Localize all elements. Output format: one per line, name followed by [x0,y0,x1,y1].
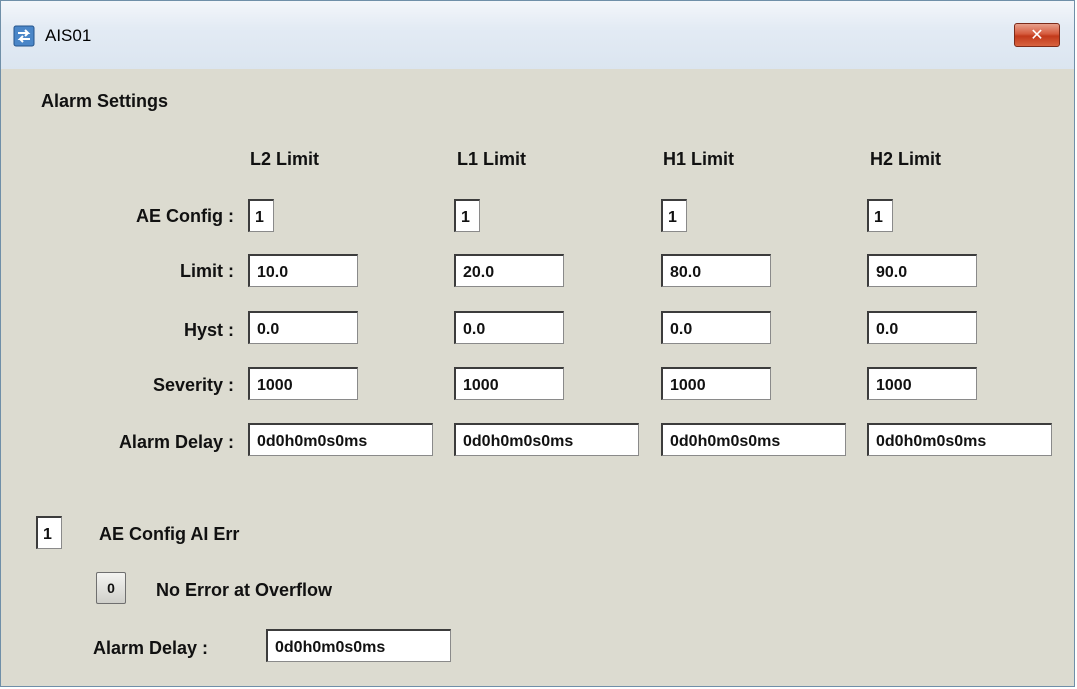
alarm-delay-l1-field[interactable]: 0d0h0m0s0ms [454,423,639,456]
hyst-l2-field[interactable]: 0.0 [248,311,358,344]
ae-config-l1-field[interactable]: 1 [454,199,480,232]
severity-l2-field[interactable]: 1000 [248,367,358,400]
ae-config-h2-field[interactable]: 1 [867,199,893,232]
hyst-h1-field[interactable]: 0.0 [661,311,771,344]
hyst-l1-field[interactable]: 0.0 [454,311,564,344]
client-area: Alarm Settings L2 Limit L1 Limit H1 Limi… [1,69,1074,686]
limit-h1-field[interactable]: 80.0 [661,254,771,287]
ae-config-label: AE Config : [136,206,234,226]
limit-h2-field[interactable]: 90.0 [867,254,977,287]
ai-err-alarm-delay-label: Alarm Delay : [93,638,209,658]
column-header-h2: H2 Limit [870,149,942,169]
severity-label: Severity : [152,375,234,395]
close-button[interactable]: ✕ [1014,23,1060,47]
limit-l1-field[interactable]: 20.0 [454,254,564,287]
ae-config-h1-field[interactable]: 1 [661,199,687,232]
title-bar[interactable]: AIS01 ✕ [1,1,1074,70]
column-header-h1: H1 Limit [663,149,735,169]
alarm-delay-label: Alarm Delay : [118,432,234,452]
section-title: Alarm Settings [41,91,169,111]
limit-label: Limit : [180,261,234,281]
alarm-delay-h1-field[interactable]: 0d0h0m0s0ms [661,423,846,456]
window-title: AIS01 [45,26,92,45]
hyst-h2-field[interactable]: 0.0 [867,311,977,344]
ae-config-l2-field[interactable]: 1 [248,199,274,232]
alarm-delay-l2-field[interactable]: 0d0h0m0s0ms [248,423,433,456]
ae-config-ai-err-label: AE Config AI Err [99,524,240,544]
severity-l1-field[interactable]: 1000 [454,367,564,400]
ae-config-ai-err-field[interactable]: 1 [36,516,62,549]
severity-h1-field[interactable]: 1000 [661,367,771,400]
link-arrows-icon [13,25,35,47]
column-header-l1: L1 Limit [457,149,527,169]
close-icon: ✕ [1030,27,1044,44]
severity-h2-field[interactable]: 1000 [867,367,977,400]
ai-err-alarm-delay-field[interactable]: 0d0h0m0s0ms [266,629,451,662]
alarm-delay-h2-field[interactable]: 0d0h0m0s0ms [867,423,1052,456]
limit-l2-field[interactable]: 10.0 [248,254,358,287]
overflow-label: No Error at Overflow [156,580,333,600]
ais01-window: AIS01 ✕ Alarm Settings L2 Limit L1 Limit… [0,0,1075,687]
overflow-toggle-button[interactable]: 0 [96,572,126,604]
hyst-label: Hyst : [183,320,234,340]
column-header-l2: L2 Limit [250,149,320,169]
